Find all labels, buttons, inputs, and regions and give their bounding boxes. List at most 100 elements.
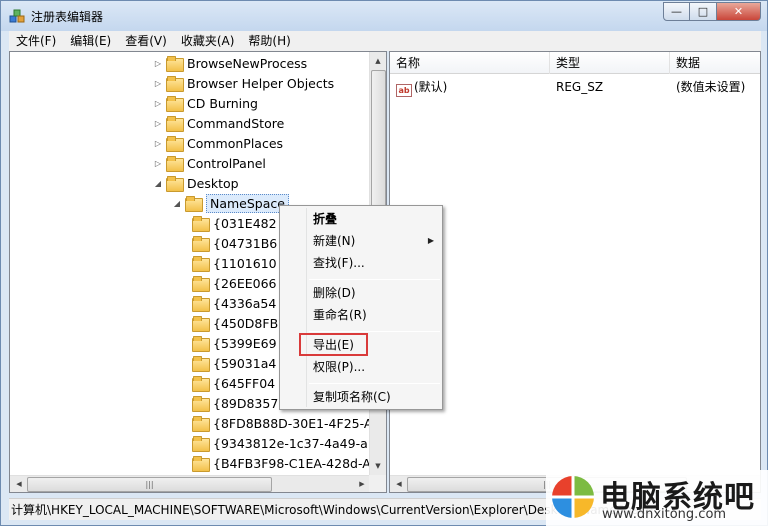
column-header-type[interactable]: 类型: [550, 52, 670, 74]
tree-item-label: {59031a4: [213, 355, 277, 371]
tree-item-label: {450D8FB: [213, 315, 279, 331]
tree-item-label: {5399E69: [213, 335, 277, 351]
folder-icon: [192, 316, 210, 332]
values-list[interactable]: 名称 类型 数据 ab(默认) REG_SZ (数值未设置) ◀ ||| ▶: [389, 51, 761, 493]
menu-item-copy-key-name[interactable]: 复制项名称(C): [313, 387, 391, 407]
scroll-right-arrow-icon[interactable]: ▶: [354, 476, 370, 492]
title-bar[interactable]: 注册表编辑器 — □ ✕: [1, 1, 767, 31]
folder-icon: [166, 116, 184, 132]
tree-item-label: {8FD8B88D-30E1-4F25-A: [213, 415, 373, 431]
expand-icon[interactable]: ▷: [152, 53, 164, 73]
folder-icon: [192, 416, 210, 432]
menu-item-collapse[interactable]: 折叠: [313, 209, 337, 229]
column-header-data[interactable]: 数据: [670, 52, 760, 74]
maximize-button[interactable]: □: [690, 2, 717, 21]
list-header: 名称 类型 数据: [390, 52, 760, 74]
tree-item-label: {645FF04: [213, 375, 276, 391]
tree-item-label: BrowseNewProcess: [187, 55, 308, 71]
expand-icon[interactable]: ▷: [152, 133, 164, 153]
column-header-name[interactable]: 名称: [390, 52, 550, 74]
folder-icon: [192, 436, 210, 452]
tree-item[interactable]: {645FF04: [192, 373, 275, 393]
folder-icon: [192, 296, 210, 312]
folder-icon: [166, 96, 184, 112]
tree-item[interactable]: {450D8FB: [192, 313, 278, 333]
tree-item-label: {1101610: [213, 255, 277, 271]
tree-horizontal-scrollbar[interactable]: ◀ ||| ▶: [10, 475, 371, 492]
scroll-down-arrow-icon[interactable]: ▼: [370, 458, 386, 474]
folder-icon: [192, 396, 210, 412]
tree-item[interactable]: {89D8357: [192, 393, 278, 413]
tree-item-label: {031E482: [213, 215, 277, 231]
tree-item[interactable]: ▷ BrowseNewProcess: [152, 53, 307, 73]
expand-icon[interactable]: ▷: [152, 73, 164, 93]
collapse-icon[interactable]: ◢: [152, 173, 164, 193]
close-button[interactable]: ✕: [717, 2, 761, 21]
menu-bar: 文件(F) 编辑(E) 查看(V) 收藏夹(A) 帮助(H): [9, 31, 761, 51]
tree-item[interactable]: ▷ Browser Helper Objects: [152, 73, 334, 93]
scroll-left-arrow-icon[interactable]: ◀: [391, 476, 407, 492]
folder-icon: [192, 236, 210, 252]
tree-item-selected[interactable]: ◢ NameSpace: [171, 193, 289, 213]
tree-item[interactable]: {4336a54: [192, 293, 276, 313]
menu-item-permissions[interactable]: 权限(P)...: [313, 357, 365, 377]
folder-icon: [185, 196, 203, 212]
tree-item[interactable]: ▷ CommonPlaces: [152, 133, 283, 153]
tree-item[interactable]: {26EE066: [192, 273, 277, 293]
tree-item[interactable]: {B4FB3F98-C1EA-428d-A: [192, 453, 371, 473]
scrollbar-corner: [369, 475, 386, 492]
folder-icon: [192, 216, 210, 232]
menu-separator: [309, 331, 440, 332]
menu-separator: [309, 383, 440, 384]
tree-item[interactable]: ▷ CommandStore: [152, 113, 284, 133]
tree-item-label: CommonPlaces: [187, 135, 284, 151]
tree-item[interactable]: {8FD8B88D-30E1-4F25-A: [192, 413, 372, 433]
submenu-arrow-icon: ▶: [427, 236, 434, 245]
tree-item-label: {4336a54: [213, 295, 277, 311]
folder-icon: [166, 56, 184, 72]
menu-file[interactable]: 文件(F): [9, 31, 63, 51]
menu-separator: [309, 279, 440, 280]
expand-icon[interactable]: ▷: [152, 113, 164, 133]
menu-favorites[interactable]: 收藏夹(A): [174, 31, 242, 51]
menu-item-find[interactable]: 查找(F)...: [313, 253, 365, 273]
menu-item-rename[interactable]: 重命名(R): [313, 305, 367, 325]
tree-item-label: ControlPanel: [187, 155, 266, 171]
value-name: (默认): [414, 80, 448, 94]
tree-item[interactable]: {59031a4: [192, 353, 276, 373]
table-row[interactable]: ab (默认) REG_SZ (数值未设置): [390, 78, 760, 97]
folder-icon: [166, 176, 184, 192]
regedit-app-icon: [9, 9, 25, 23]
tree-item[interactable]: ◢ Desktop: [152, 173, 239, 193]
windows-logo-icon: [552, 476, 594, 518]
expand-icon[interactable]: ▷: [152, 153, 164, 173]
menu-view[interactable]: 查看(V): [118, 31, 174, 51]
menu-help[interactable]: 帮助(H): [241, 31, 297, 51]
folder-icon: [192, 376, 210, 392]
expand-icon[interactable]: ▷: [152, 93, 164, 113]
collapse-icon[interactable]: ◢: [171, 193, 183, 213]
folder-icon: [192, 356, 210, 372]
menu-item-delete[interactable]: 删除(D): [313, 283, 356, 303]
scroll-left-arrow-icon[interactable]: ◀: [11, 476, 27, 492]
minimize-button[interactable]: —: [663, 2, 690, 21]
folder-icon: [192, 256, 210, 272]
folder-icon: [166, 76, 184, 92]
menu-item-new[interactable]: 新建(N): [313, 231, 355, 251]
value-data: (数值未设置): [676, 80, 746, 94]
tree-item[interactable]: ▷ ControlPanel: [152, 153, 266, 173]
tree-item[interactable]: {04731B6: [192, 233, 277, 253]
scrollbar-thumb[interactable]: |||: [27, 477, 272, 492]
watermark: 电脑系统吧 www.dnxitong.com: [546, 470, 768, 526]
folder-icon: [192, 276, 210, 292]
folder-icon: [192, 336, 210, 352]
tree-item-label: Desktop: [187, 175, 239, 191]
tree-item-label: NameSpace: [206, 193, 289, 213]
tree-item[interactable]: ▷ CD Burning: [152, 93, 258, 113]
tree-item[interactable]: {9343812e-1c37-4a49-a1: [192, 433, 376, 453]
scroll-up-arrow-icon[interactable]: ▲: [370, 53, 386, 69]
tree-item[interactable]: {1101610: [192, 253, 277, 273]
tree-item[interactable]: {031E482: [192, 213, 277, 233]
menu-edit[interactable]: 编辑(E): [63, 31, 118, 51]
tree-item[interactable]: {5399E69: [192, 333, 277, 353]
